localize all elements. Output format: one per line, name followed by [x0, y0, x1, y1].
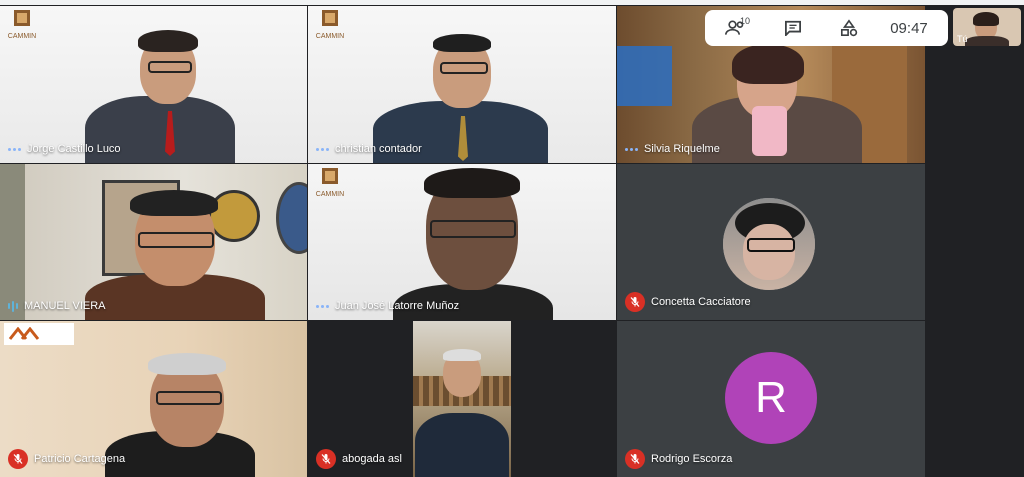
- people-button[interactable]: 10: [705, 10, 765, 46]
- svg-text:CAMMIN: CAMMIN: [316, 33, 344, 40]
- participant-name: christian contador: [335, 143, 422, 155]
- cammin-logo: CAMMIN: [316, 168, 344, 198]
- cammin-logo: CAMMIN: [316, 10, 344, 40]
- talking-indicator-icon: [316, 147, 329, 151]
- company-logo-icon: [4, 323, 74, 345]
- participant-video: [413, 321, 511, 477]
- participant-tile[interactable]: abogada asl: [308, 321, 616, 477]
- browser-strip: [0, 0, 1024, 5]
- participant-name: Patricio Cartagena: [34, 453, 126, 465]
- activities-icon: [840, 19, 858, 37]
- participant-name-row: Jorge Castillo Luco: [8, 143, 121, 155]
- participant-name-row: Silvia Riquelme: [625, 143, 720, 155]
- participant-name-row: MANUEL VIERA: [8, 300, 106, 312]
- participant-tile[interactable]: CAMMIN Juan José Latorre Muñoz: [308, 164, 616, 320]
- participant-name-row: Concetta Cacciatore: [625, 292, 751, 312]
- participant-tile[interactable]: CAMMIN Jorge Castillo Luco: [0, 6, 307, 163]
- participant-name: Juan José Latorre Muñoz: [335, 300, 460, 312]
- self-view-label: Tú: [957, 34, 968, 44]
- audio-level-icon: [8, 300, 18, 312]
- svg-text:CAMMIN: CAMMIN: [316, 191, 344, 198]
- participant-name: abogada asl: [342, 453, 402, 465]
- mic-off-icon: [316, 449, 336, 469]
- clock-time: 09:47: [890, 19, 928, 37]
- mic-off-icon: [625, 449, 645, 469]
- participant-name-row: Rodrigo Escorza: [625, 449, 732, 469]
- mic-off-icon: [625, 292, 645, 312]
- chat-icon: [785, 20, 801, 36]
- svg-text:CAMMIN: CAMMIN: [8, 33, 36, 40]
- people-count: 10: [740, 16, 751, 26]
- participant-tile[interactable]: R Rodrigo Escorza: [617, 321, 925, 477]
- talking-indicator-icon: [316, 304, 329, 308]
- self-view[interactable]: Tú: [953, 8, 1021, 46]
- mic-off-icon: [8, 449, 28, 469]
- participant-name: MANUEL VIERA: [24, 300, 106, 312]
- participant-name: Rodrigo Escorza: [651, 453, 733, 465]
- participant-tile[interactable]: CAMMIN christian contador: [308, 6, 616, 163]
- participant-name-row: christian contador: [316, 143, 422, 155]
- participant-avatar: [723, 198, 815, 290]
- participant-name-row: Patricio Cartagena: [8, 449, 125, 469]
- chat-button[interactable]: [765, 10, 821, 46]
- participant-name: Jorge Castillo Luco: [27, 143, 121, 155]
- participant-name-row: Juan José Latorre Muñoz: [316, 300, 459, 312]
- participant-name: Concetta Cacciatore: [651, 296, 751, 308]
- meeting-clock: 09:47: [877, 10, 941, 46]
- participant-tile[interactable]: Concetta Cacciatore: [617, 164, 925, 320]
- talking-indicator-icon: [625, 147, 638, 151]
- participant-name: Silvia Riquelme: [644, 143, 720, 155]
- meeting-toolbar: 10 09:47: [705, 10, 948, 46]
- talking-indicator-icon: [8, 147, 21, 151]
- video-grid: CAMMIN Jorge Castillo Luco CAMMIN christ…: [0, 6, 925, 477]
- participant-tile[interactable]: Patricio Cartagena: [0, 321, 307, 477]
- participant-avatar: R: [725, 352, 817, 444]
- participant-name-row: abogada asl: [316, 449, 402, 469]
- activities-button[interactable]: [821, 10, 877, 46]
- avatar-initial: R: [755, 373, 787, 422]
- participant-tile[interactable]: MANUEL VIERA: [0, 164, 307, 320]
- cammin-logo: CAMMIN: [8, 10, 36, 40]
